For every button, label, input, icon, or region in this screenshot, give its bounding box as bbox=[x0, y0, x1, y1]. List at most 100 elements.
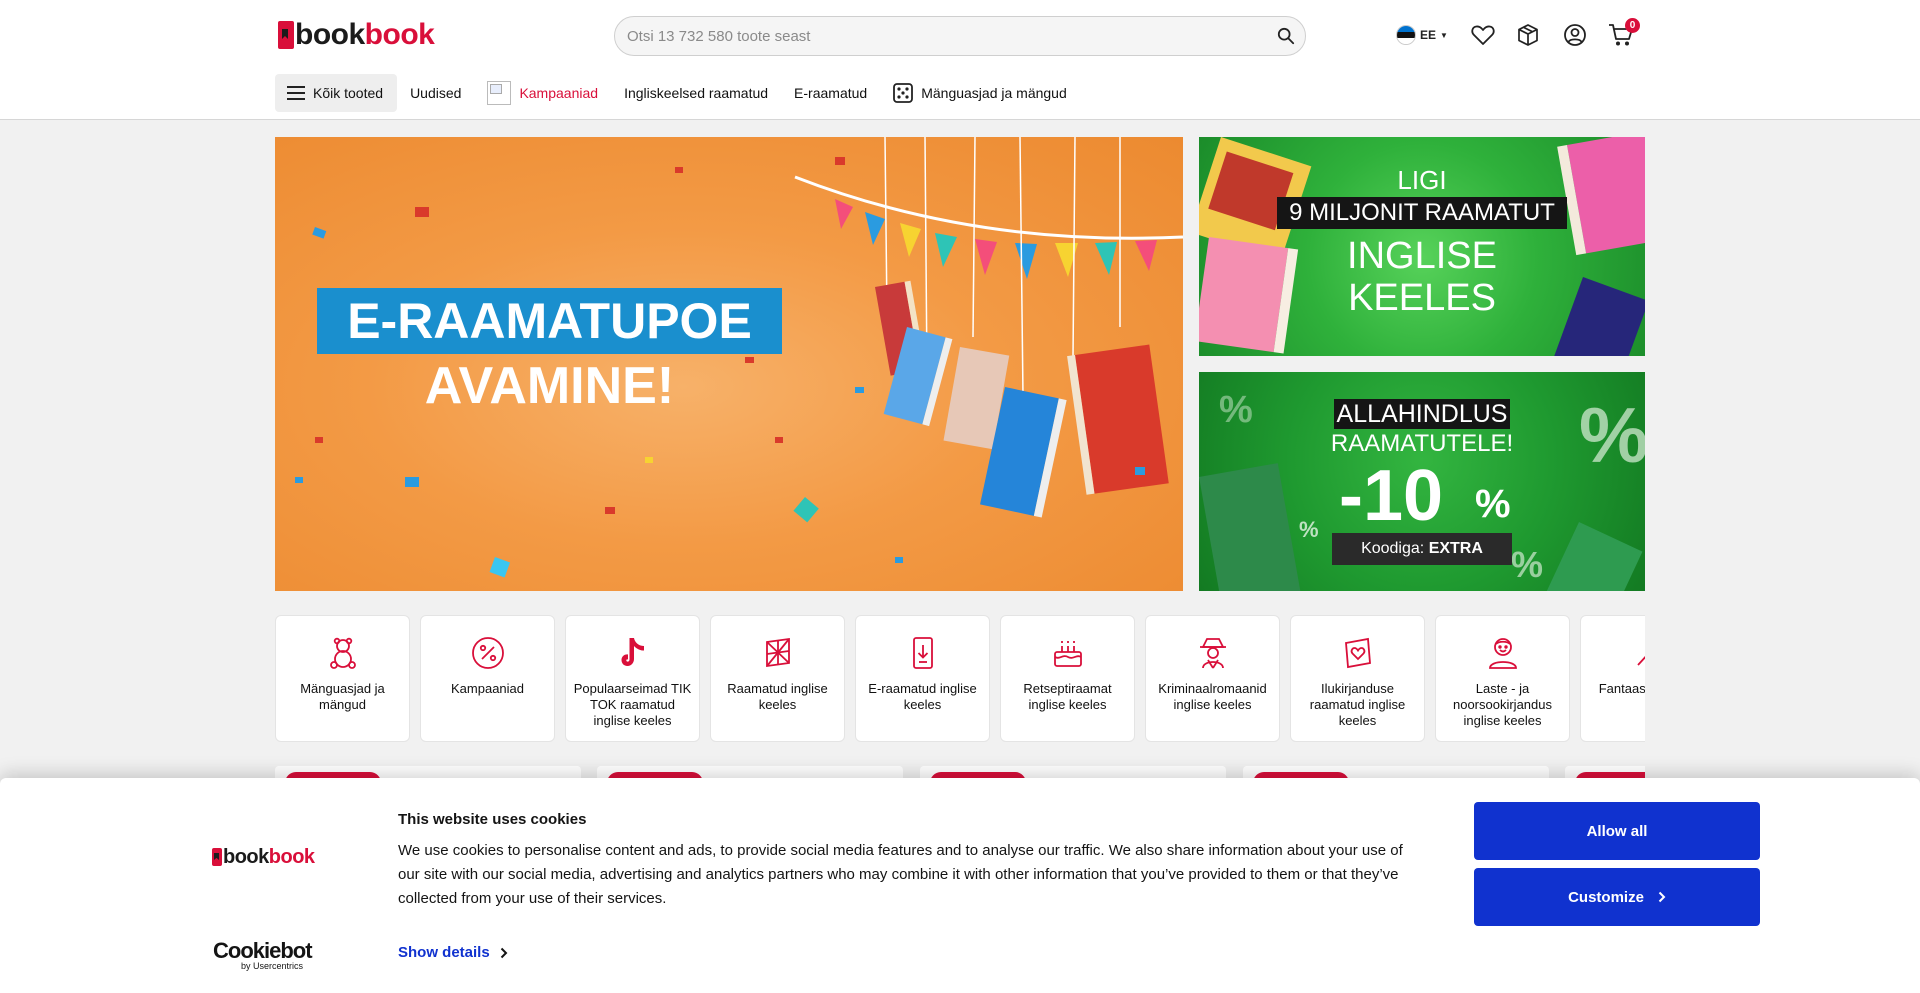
search-icon[interactable] bbox=[1277, 27, 1295, 45]
logo-text-part1: book bbox=[295, 18, 365, 51]
category-label: Retseptiraamat inglise keeles bbox=[1023, 681, 1112, 712]
chevron-right-icon bbox=[500, 947, 508, 958]
category-tile-children[interactable]: Laste - ja noorsookirjandus inglise keel… bbox=[1435, 615, 1570, 742]
cookie-title: This website uses cookies bbox=[398, 811, 587, 828]
nav-item-kampaaniad[interactable]: Kampaaniad bbox=[474, 74, 611, 112]
category-tile-campaigns[interactable]: Kampaaniad bbox=[420, 615, 555, 742]
show-details-label: Show details bbox=[398, 944, 490, 961]
category-label: Laste - ja noorsookirjandus inglise keel… bbox=[1452, 681, 1552, 728]
category-tile-cookbooks[interactable]: Retseptiraamat inglise keeles bbox=[1000, 615, 1135, 742]
nav-all-products[interactable]: Kõik tooted bbox=[275, 74, 398, 112]
child-icon bbox=[1488, 638, 1517, 669]
site-header: bookbook EE ▼ 0 Kõik tooted Uudised Kamp… bbox=[0, 0, 1920, 120]
category-tile-english-books[interactable]: Raamatud inglise keeles bbox=[710, 615, 845, 742]
nav-item-uudised[interactable]: Uudised bbox=[397, 74, 474, 112]
nav-item-label: Mänguasjad ja mängud bbox=[921, 85, 1067, 101]
account-button[interactable] bbox=[1562, 22, 1588, 48]
category-label: Ilukirjanduse raamatud inglise keeles bbox=[1309, 681, 1406, 728]
customize-label: Customize bbox=[1568, 888, 1644, 906]
cookiebot-logo[interactable]: Cookiebot by Usercentrics bbox=[213, 938, 313, 971]
category-tile-tiktok[interactable]: Populaarseimad TIK TOK raamatud inglise … bbox=[565, 615, 700, 742]
caret-down-icon: ▼ bbox=[1440, 30, 1448, 40]
search-bar bbox=[614, 16, 1306, 56]
allow-all-button[interactable]: Allow all bbox=[1474, 802, 1760, 860]
category-tile-fiction[interactable]: Ilukirjanduse raamatud inglise keeles bbox=[1290, 615, 1425, 742]
svg-text:%: % bbox=[1219, 389, 1253, 431]
package-icon bbox=[1518, 24, 1538, 46]
orders-button[interactable] bbox=[1515, 22, 1541, 48]
chevron-right-icon bbox=[1658, 891, 1666, 903]
cart-button[interactable]: 0 bbox=[1608, 18, 1640, 48]
heart-book-icon bbox=[1344, 637, 1371, 669]
show-details-link[interactable]: Show details bbox=[398, 944, 508, 961]
heart-icon bbox=[1471, 25, 1495, 45]
promo1-line3: INGLISE bbox=[1347, 235, 1497, 277]
detective-icon bbox=[1199, 638, 1226, 669]
cookiebot-logo-subtext: by Usercentrics bbox=[241, 961, 304, 971]
menu-icon bbox=[287, 86, 305, 100]
bookbook-logo[interactable]: bookbook bbox=[278, 18, 435, 52]
hero-subtitle: AVAMINE! bbox=[424, 357, 675, 415]
promo-banner-english-books[interactable]: LIGI 9 MILJONIT RAAMATUT INGLISE KEELES bbox=[1199, 137, 1645, 356]
cookie-consent-banner: bookbook Cookiebot by Usercentrics This … bbox=[0, 778, 1920, 993]
category-label: Raamatud inglise keeles bbox=[727, 681, 828, 712]
category-label: Kriminaalromaanid inglise keeles bbox=[1158, 681, 1267, 712]
promo-banner-discount[interactable]: % % % % ALLAHINDLUS RAAMATUTELE! -10 % K… bbox=[1199, 372, 1645, 591]
hero-banner-ebook-store[interactable]: E-RAAMATUPOE AVAMINE! bbox=[275, 137, 1183, 591]
category-label: Populaarseimad TIK TOK raamatud inglise … bbox=[573, 681, 692, 728]
tiktok-icon bbox=[621, 638, 644, 666]
estonia-flag-icon bbox=[1396, 25, 1416, 45]
ebook-icon bbox=[912, 637, 933, 669]
category-tile-toys[interactable]: Mänguasjad ja mängud bbox=[275, 615, 410, 742]
customize-button[interactable]: Customize bbox=[1474, 868, 1760, 926]
promo1-line2: 9 MILJONIT RAAMATUT bbox=[1277, 197, 1567, 229]
promo1-line1: LIGI bbox=[1397, 165, 1447, 195]
hero-title: E-RAAMATUPOE bbox=[317, 288, 782, 354]
svg-text:%: % bbox=[1511, 544, 1543, 585]
promo2-discount: -10 bbox=[1339, 456, 1444, 536]
teddy-bear-icon bbox=[329, 637, 356, 669]
promo2-code-value: EXTRA bbox=[1428, 540, 1483, 557]
logo-bookmark-icon bbox=[212, 848, 222, 866]
category-label: E-raamatud inglise keeles bbox=[868, 681, 977, 712]
logo-text-part1: book bbox=[223, 846, 269, 868]
category-tile-ebooks[interactable]: E-raamatud inglise keeles bbox=[855, 615, 990, 742]
category-tiles: Mänguasjad ja mängud Kampaaniad Populaar… bbox=[275, 615, 1645, 743]
logo-text-part2: book bbox=[268, 846, 315, 868]
nav-item-e-raamatud[interactable]: E-raamatud bbox=[781, 74, 880, 112]
nav-item-manguasjad[interactable]: Mänguasjad ja mängud bbox=[880, 74, 1080, 112]
cookie-text: We use cookies to personalise content an… bbox=[398, 842, 1403, 907]
category-tile-crime[interactable]: Kriminaalromaanid inglise keeles bbox=[1145, 615, 1280, 742]
language-code: EE bbox=[1420, 28, 1437, 42]
promo2-code-label: Koodiga: bbox=[1361, 540, 1425, 557]
nav-item-label: Kampaaniad bbox=[519, 85, 599, 101]
promo2-line1: ALLAHINDLUS bbox=[1334, 399, 1510, 429]
category-tile-fantasy[interactable]: Fantaasia inglise bbox=[1580, 615, 1645, 742]
user-icon bbox=[1564, 24, 1586, 46]
allow-all-label: Allow all bbox=[1586, 822, 1648, 840]
search-input[interactable] bbox=[627, 25, 1227, 47]
nav-item-label: Uudised bbox=[410, 85, 462, 101]
uk-book-icon bbox=[765, 637, 790, 668]
promo2-line2: RAAMATUTELE! bbox=[1330, 430, 1514, 457]
cookiebot-logo-text: Cookiebot bbox=[213, 938, 313, 963]
promo1-line4: KEELES bbox=[1348, 277, 1496, 319]
category-label: Fantaasia inglise bbox=[1598, 681, 1645, 696]
language-selector[interactable]: EE ▼ bbox=[1396, 22, 1448, 48]
promo2-code: Koodiga: EXTRA bbox=[1332, 533, 1512, 565]
cart-count-badge: 0 bbox=[1625, 18, 1640, 33]
main-nav: Kõik tooted Uudised Kampaaniad Ingliskee… bbox=[275, 74, 1080, 112]
percent-icon bbox=[471, 637, 504, 669]
cake-icon bbox=[1053, 641, 1082, 667]
category-label: Mänguasjad ja mängud bbox=[300, 681, 385, 712]
nav-all-products-label: Kõik tooted bbox=[313, 85, 384, 101]
wishlist-button[interactable] bbox=[1470, 22, 1496, 48]
fantasy-icon bbox=[1636, 655, 1645, 666]
nav-item-ingliskeelsed[interactable]: Ingliskeelsed raamatud bbox=[611, 74, 781, 112]
campaign-image-icon bbox=[487, 81, 512, 105]
svg-text:%: % bbox=[1299, 517, 1319, 542]
nav-item-label: Ingliskeelsed raamatud bbox=[624, 85, 769, 101]
logo-text-part2: book bbox=[364, 18, 435, 51]
logo-bookmark-icon bbox=[278, 21, 294, 49]
category-label: Kampaaniad bbox=[451, 681, 524, 696]
